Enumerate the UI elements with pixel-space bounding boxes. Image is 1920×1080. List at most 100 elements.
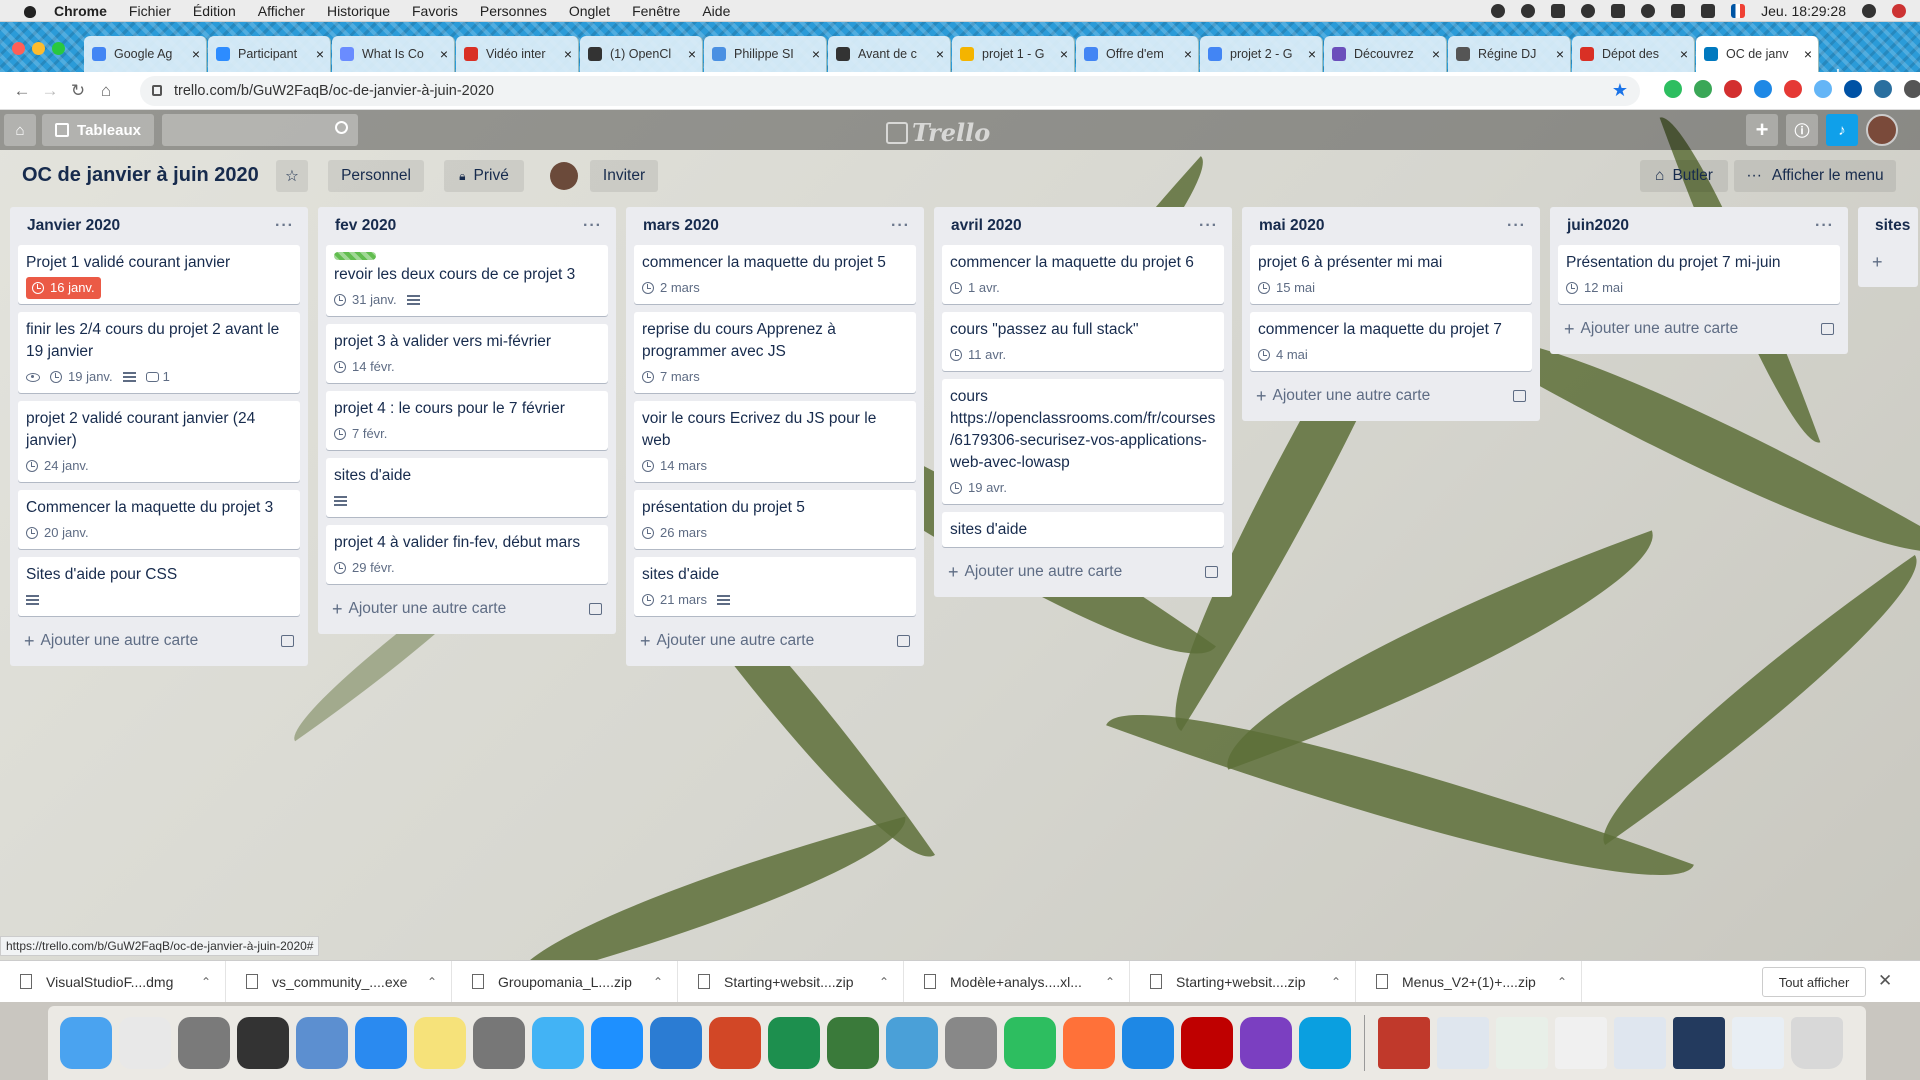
list-menu-icon[interactable]: ···	[1507, 217, 1526, 235]
download-item[interactable]: Starting+websit....zip ⌃	[678, 960, 904, 1003]
dock-app-icon[interactable]	[886, 1017, 938, 1069]
due-date-badge[interactable]: 12 mai	[1566, 277, 1623, 299]
spotlight-icon[interactable]	[1862, 3, 1876, 18]
adblock-ext-icon[interactable]	[1724, 80, 1742, 98]
dock-app-icon[interactable]	[532, 1017, 584, 1069]
card-template-icon[interactable]	[1205, 566, 1218, 578]
url-field[interactable]: trello.com/b/GuW2FaqB/oc-de-janvier-à-ju…	[140, 76, 1640, 106]
search-input[interactable]	[162, 114, 358, 146]
siri-icon[interactable]	[1892, 3, 1906, 18]
trello-card[interactable]: finir les 2/4 cours du projet 2 avant le…	[18, 312, 300, 393]
list-menu-icon[interactable]: ···	[583, 217, 602, 235]
due-date-badge[interactable]: 14 févr.	[334, 356, 395, 378]
dock-app-icon[interactable]	[473, 1017, 525, 1069]
due-date-badge[interactable]: 15 mai	[1258, 277, 1315, 299]
airplay-icon[interactable]	[1671, 3, 1686, 18]
list-title[interactable]: sites	[1875, 217, 1910, 235]
menu-personnes[interactable]: Personnes	[480, 3, 547, 19]
trash-icon[interactable]	[1791, 1017, 1843, 1069]
browser-tab[interactable]: Régine DJ ×	[1448, 36, 1571, 72]
dock-stack-icon[interactable]	[1673, 1017, 1725, 1069]
dock-app-icon[interactable]	[827, 1017, 879, 1069]
add-card-button[interactable]: +	[1866, 245, 1910, 279]
close-tab-icon[interactable]: ×	[1308, 46, 1316, 62]
list-header[interactable]: Janvier 2020 ···	[18, 207, 300, 245]
apple-icon[interactable]	[20, 4, 40, 18]
list-header[interactable]: mai 2020 ···	[1250, 207, 1532, 245]
evernote-ext-icon[interactable]	[1664, 80, 1682, 98]
close-tab-icon[interactable]: ×	[936, 46, 944, 62]
due-date-badge[interactable]: 7 févr.	[334, 423, 387, 445]
chevron-up-icon[interactable]: ⌃	[653, 975, 663, 989]
add-card-button[interactable]: + Ajouter une autre carte	[326, 592, 608, 626]
card-template-icon[interactable]	[897, 635, 910, 647]
boards-button[interactable]: Tableaux	[42, 114, 154, 146]
download-item[interactable]: VisualStudioF....dmg ⌃	[0, 960, 226, 1003]
board-title[interactable]: OC de janvier à juin 2020	[22, 164, 259, 187]
dock-stack-icon[interactable]	[1437, 1017, 1489, 1069]
list-header[interactable]: sites	[1866, 207, 1910, 245]
menubar-clock[interactable]: Jeu. 18:29:28	[1761, 3, 1846, 19]
ext-vpn-icon[interactable]	[1874, 80, 1892, 98]
browser-tab[interactable]: Philippe SI ×	[704, 36, 827, 72]
trello-card[interactable]: Présentation du projet 7 mi-juin 12 mai	[1558, 245, 1840, 304]
board-member-avatar[interactable]	[550, 162, 578, 190]
dock-app-icon[interactable]	[1240, 1017, 1292, 1069]
dock-app-icon[interactable]	[414, 1017, 466, 1069]
due-date-badge[interactable]: 7 mars	[642, 366, 700, 388]
due-date-badge[interactable]: 2 mars	[642, 277, 700, 299]
close-tab-icon[interactable]: ×	[1432, 46, 1440, 62]
close-tab-icon[interactable]: ×	[316, 46, 324, 62]
dock-app-icon[interactable]	[1063, 1017, 1115, 1069]
forward-arrow-icon[interactable]: →	[36, 81, 64, 101]
browser-tab[interactable]: projet 2 - G ×	[1200, 36, 1323, 72]
list-title[interactable]: mai 2020	[1259, 217, 1325, 235]
dock-app-icon[interactable]	[237, 1017, 289, 1069]
due-date-badge[interactable]: 31 janv.	[334, 289, 397, 311]
close-tab-icon[interactable]: ×	[564, 46, 572, 62]
team-button[interactable]: Personnel	[328, 160, 424, 192]
card-label-green[interactable]	[334, 252, 376, 260]
dock-app-icon[interactable]	[1004, 1017, 1056, 1069]
trello-card[interactable]: commencer la maquette du projet 5 2 mars	[634, 245, 916, 304]
close-tab-icon[interactable]: ×	[1556, 46, 1564, 62]
download-item[interactable]: Menus_V2+(1)+....zip ⌃	[1356, 960, 1582, 1003]
wifi-icon[interactable]	[1641, 3, 1656, 18]
add-card-button[interactable]: + Ajouter une autre carte	[1250, 379, 1532, 413]
dock-app-icon[interactable]	[591, 1017, 643, 1069]
add-card-button[interactable]: + Ajouter une autre carte	[942, 555, 1224, 589]
trello-card[interactable]: reprise du cours Apprenez à programmer a…	[634, 312, 916, 393]
due-date-badge[interactable]: 26 mars	[642, 522, 707, 544]
chevron-up-icon[interactable]: ⌃	[201, 975, 211, 989]
due-date-badge[interactable]: 11 avr.	[950, 344, 1006, 366]
card-template-icon[interactable]	[1821, 323, 1834, 335]
menu-historique[interactable]: Historique	[327, 3, 390, 19]
close-tab-icon[interactable]: ×	[1184, 46, 1192, 62]
menu-favoris[interactable]: Favoris	[412, 3, 458, 19]
dock-app-icon[interactable]	[709, 1017, 761, 1069]
reload-icon[interactable]: ↻	[64, 81, 92, 101]
dock-app-icon[interactable]	[119, 1017, 171, 1069]
chevron-up-icon[interactable]: ⌃	[427, 975, 437, 989]
close-tab-icon[interactable]: ×	[1804, 46, 1812, 62]
trello-card[interactable]: commencer la maquette du projet 7 4 mai	[1250, 312, 1532, 371]
menu-edition[interactable]: Édition	[193, 3, 236, 19]
status-icon[interactable]	[1491, 3, 1506, 18]
download-item[interactable]: Groupomania_L....zip ⌃	[452, 960, 678, 1003]
create-plus-icon[interactable]: +	[1746, 114, 1778, 146]
dock-stack-icon[interactable]	[1614, 1017, 1666, 1069]
notification-bell-icon[interactable]: ♪	[1826, 114, 1858, 146]
list-header[interactable]: fev 2020 ···	[326, 207, 608, 245]
dock-app-icon[interactable]	[1181, 1017, 1233, 1069]
due-date-badge[interactable]: 29 févr.	[334, 557, 395, 579]
dock-stack-icon[interactable]	[1378, 1017, 1430, 1069]
browser-tab[interactable]: Dépot des ×	[1572, 36, 1695, 72]
dock-app-icon[interactable]	[945, 1017, 997, 1069]
dock-app-icon[interactable]	[1299, 1017, 1351, 1069]
trello-card[interactable]: projet 4 à valider fin-fev, début mars 29…	[326, 525, 608, 584]
ext-lightblue-icon[interactable]	[1814, 80, 1832, 98]
list-header[interactable]: juin2020 ···	[1558, 207, 1840, 245]
bookmark-star-icon[interactable]: ★	[1612, 80, 1628, 101]
list-menu-icon[interactable]: ···	[1199, 217, 1218, 235]
add-card-button[interactable]: + Ajouter une autre carte	[1558, 312, 1840, 346]
